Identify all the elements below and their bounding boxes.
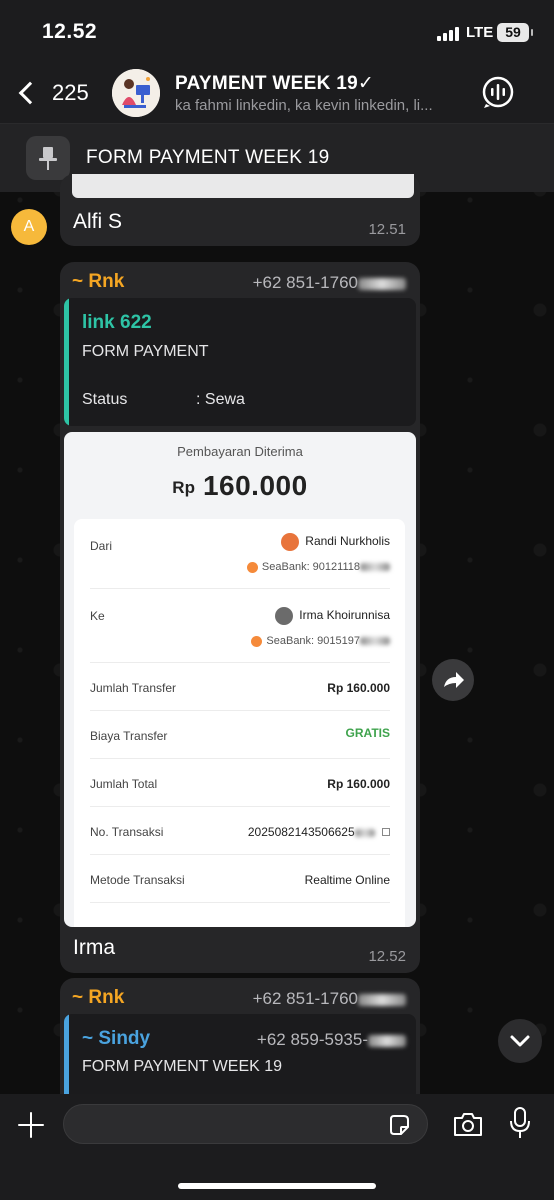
receipt-image[interactable]: Pembayaran Diterima Rp 160.000 Dari Randi… bbox=[64, 432, 416, 927]
battery-icon: 59 bbox=[497, 23, 533, 42]
avatar[interactable]: A bbox=[11, 209, 47, 245]
back-button[interactable]: 225 bbox=[14, 76, 94, 110]
pin-icon bbox=[26, 136, 70, 180]
receipt-amount: Rp 160.000 bbox=[172, 470, 308, 501]
row-dari: Dari Randi Nurkholis SeaBank: 90121118 bbox=[90, 519, 390, 589]
recipient-avatar-icon bbox=[275, 607, 294, 625]
pinned-message-text: FORM PAYMENT WEEK 19 bbox=[86, 147, 330, 168]
image-preview-bottom bbox=[72, 174, 414, 198]
chat-title[interactable]: PAYMENT WEEK 19✓ bbox=[175, 72, 374, 95]
forward-icon bbox=[444, 672, 464, 688]
sender-phone: +62 851-1760 bbox=[253, 989, 406, 1009]
quote-text: FORM PAYMENT WEEK 19 bbox=[82, 1058, 283, 1075]
quoted-message[interactable]: link 622 FORM PAYMENT Status : Sewa bbox=[64, 298, 416, 426]
signal-icon bbox=[437, 27, 459, 41]
unread-count: 225 bbox=[52, 80, 89, 105]
chat-subtitle[interactable]: ka fahmi linkedin, ka kevin linkedin, li… bbox=[175, 97, 465, 114]
seabank-icon bbox=[246, 561, 258, 573]
group-avatar[interactable] bbox=[112, 69, 160, 117]
voice-chat-icon bbox=[482, 76, 514, 108]
sticker-icon[interactable] bbox=[387, 1113, 411, 1137]
voice-chat-button[interactable] bbox=[480, 74, 516, 110]
receipt-details-card: Dari Randi Nurkholis SeaBank: 90121118 K… bbox=[74, 519, 405, 927]
chevron-down-icon bbox=[510, 1035, 530, 1047]
home-indicator bbox=[178, 1183, 376, 1189]
row-metode-transaksi: Metode Transaksi Realtime Online bbox=[90, 855, 390, 903]
forward-button[interactable] bbox=[432, 659, 474, 701]
message-time: 12.52 bbox=[368, 948, 406, 965]
quote-title: link 622 bbox=[82, 312, 152, 333]
row-jumlah-total: Jumlah Total Rp 160.000 bbox=[90, 759, 390, 807]
attach-plus-icon[interactable] bbox=[16, 1110, 46, 1140]
quote-sender: ~ Sindy bbox=[82, 1028, 151, 1049]
quoted-message[interactable]: ~ Sindy +62 859-5935- FORM PAYMENT WEEK … bbox=[64, 1014, 416, 1104]
sender-avatar-icon bbox=[281, 533, 300, 551]
microphone-icon[interactable] bbox=[506, 1106, 534, 1140]
sender-phone: +62 851-1760 bbox=[253, 273, 406, 293]
status-bar: 12.52 LTE 59 bbox=[0, 0, 554, 62]
network-type: LTE bbox=[466, 24, 494, 41]
copy-icon bbox=[382, 828, 390, 836]
message-caption: Irma bbox=[73, 936, 115, 959]
quote-line: FORM PAYMENT bbox=[82, 343, 209, 360]
chat-header: 225 PAYMENT WEEK 19✓ ka fahmi linkedin, … bbox=[0, 62, 554, 124]
seabank-icon bbox=[251, 635, 263, 647]
message-input[interactable] bbox=[63, 1104, 428, 1144]
scroll-down-button[interactable] bbox=[498, 1019, 542, 1063]
row-no-transaksi: No. Transaksi 2025082143506625 bbox=[90, 807, 390, 855]
message-text: Alfi S bbox=[73, 210, 123, 233]
chevron-left-icon bbox=[18, 81, 42, 105]
quote-status-label: Status bbox=[82, 391, 128, 408]
quote-status-value: : Sewa bbox=[196, 391, 245, 408]
row-biaya-transfer: Biaya Transfer GRATIS bbox=[90, 711, 390, 759]
status-time: 12.52 bbox=[42, 20, 98, 43]
camera-icon[interactable] bbox=[452, 1110, 484, 1138]
sender-name[interactable]: ~ Rnk bbox=[72, 271, 124, 293]
row-jumlah-transfer: Jumlah Transfer Rp 160.000 bbox=[90, 663, 390, 711]
message-bubble-alfi[interactable]: Alfi S 12.51 bbox=[60, 174, 420, 246]
row-ke: Ke Irma Khoirunnisa SeaBank: 9015197 bbox=[90, 589, 390, 663]
quote-phone: +62 859-5935- bbox=[257, 1030, 406, 1050]
sender-name[interactable]: ~ Rnk bbox=[72, 987, 124, 1009]
receipt-title: Pembayaran Diterima bbox=[177, 444, 303, 459]
message-time: 12.51 bbox=[368, 221, 406, 238]
